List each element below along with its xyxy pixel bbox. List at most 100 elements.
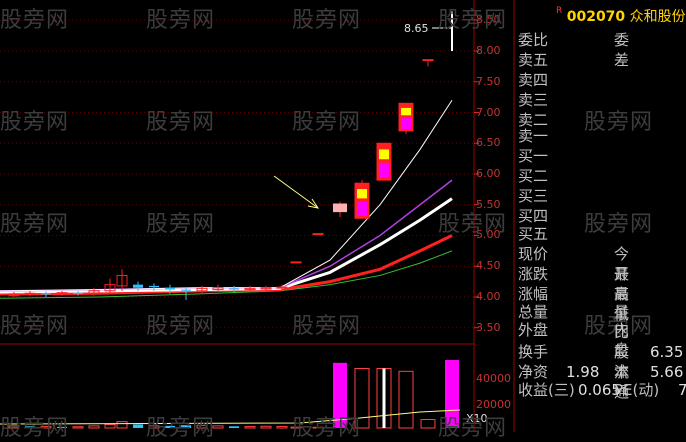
- watermark: 股旁网: [0, 110, 70, 135]
- watermark: 股旁网: [0, 8, 70, 33]
- quote-row: 外盘 内盘: [518, 320, 629, 359]
- quote-label: 现价: [518, 245, 549, 263]
- sell-3: 卖三: [518, 90, 548, 110]
- watermark: 股旁网: [146, 314, 216, 339]
- turnover-label: 换手: [518, 343, 549, 361]
- watermark: 股旁网: [146, 212, 216, 237]
- buy-4: 买四: [518, 206, 548, 226]
- buy-label: 买五: [518, 225, 549, 243]
- sell-label: 卖五: [518, 51, 549, 69]
- volume-bar: [398, 370, 414, 429]
- quote-label: 外盘: [518, 321, 549, 339]
- volume-bar: [420, 419, 436, 429]
- pe-label: PE(动): [614, 381, 660, 399]
- watermark: 股旁网: [292, 110, 362, 135]
- quote-label: 涨幅: [518, 285, 549, 303]
- stock-name[interactable]: 众和股份: [630, 9, 686, 25]
- candle-body: [333, 203, 347, 213]
- watermark: 股旁网: [584, 212, 654, 237]
- volume-bar: [88, 425, 100, 429]
- candle-body: [422, 59, 434, 62]
- buy-1: 买一: [518, 146, 548, 166]
- weicha-label: 委差: [614, 31, 630, 69]
- pe-value: 7: [678, 381, 686, 399]
- candle-body: [133, 284, 143, 288]
- quote-row: 涨跌 最高: [518, 264, 629, 303]
- watermark: 股旁网: [146, 416, 216, 441]
- candle-body: [41, 293, 51, 295]
- sell-4: 卖四: [518, 70, 548, 90]
- candle-body: [276, 286, 288, 289]
- watermark: 股旁网: [292, 314, 362, 339]
- price-tick: 7.50: [476, 74, 501, 88]
- candle-body: [229, 288, 239, 290]
- r-mark: R: [556, 6, 563, 16]
- watermark: 股旁网: [146, 8, 216, 33]
- buy-2: 买二: [518, 166, 548, 186]
- quote-row: 总量 量比: [518, 302, 629, 341]
- nav-value: 1.98: [566, 363, 600, 381]
- eps-label: 收益(三): [518, 381, 575, 399]
- candle-body: [165, 287, 175, 290]
- candle-fill: [401, 118, 411, 130]
- stock-header: R 002070 众和股份: [556, 6, 686, 26]
- watermark: 股旁网: [584, 110, 654, 135]
- volume-bar: [276, 425, 288, 429]
- sell-1: 卖一: [518, 126, 548, 146]
- watermark: 股旁网: [0, 212, 70, 237]
- watermark: 股旁网: [438, 416, 508, 441]
- buy-label: 买四: [518, 207, 549, 225]
- watermark: 股旁网: [0, 416, 70, 441]
- buy-label: 买二: [518, 167, 549, 185]
- watermark: 股旁网: [438, 212, 508, 237]
- stats-row: 净资 1.98 流通 5.66: [518, 362, 683, 401]
- sell-5: 卖五: [518, 50, 548, 70]
- candle-fill: [379, 162, 389, 178]
- price-tick: 6.00: [476, 167, 501, 180]
- volume-bar: [260, 425, 272, 429]
- candle-fill: [357, 189, 367, 199]
- sell-label: 卖三: [518, 91, 549, 109]
- price-tick: 6.50: [476, 136, 501, 150]
- candle-body: [181, 289, 191, 291]
- sell-label: 卖四: [518, 71, 549, 89]
- candle-fill: [401, 107, 411, 116]
- watermark: 股旁网: [0, 314, 70, 339]
- volume-bar: [133, 424, 143, 428]
- buy-5: 买五: [518, 224, 548, 244]
- volume-bar: [116, 421, 128, 429]
- stats-row: 收益(三) 0.065 PE(动) 7: [518, 380, 686, 400]
- quote-row: 涨幅 最低: [518, 284, 629, 323]
- candle-body: [312, 233, 324, 236]
- buy-label: 买一: [518, 147, 549, 165]
- volume-bar: [229, 426, 239, 428]
- share-capital-value: 6.35: [650, 343, 684, 361]
- price-grid: [0, 19, 479, 329]
- nav-label: 净资: [518, 363, 549, 381]
- volume-tick: 40000: [476, 372, 511, 385]
- sell-label: 卖一: [518, 127, 549, 145]
- price-tick: 3.50: [476, 320, 501, 334]
- candle-body: [149, 285, 159, 288]
- ma30-line: [0, 234, 453, 296]
- watermark: 股旁网: [292, 416, 362, 441]
- weibi-row: 委比 委差: [518, 30, 629, 69]
- high-price-label: 8.65: [404, 22, 429, 35]
- stats-row: 换手 股本 6.35: [518, 342, 683, 381]
- volume-bar: [72, 426, 84, 429]
- quote-label: 涨跌: [518, 265, 549, 283]
- volume-bar: [104, 423, 116, 429]
- candle-fill: [379, 149, 389, 160]
- price-tick: 8.00: [476, 44, 501, 58]
- watermark: 股旁网: [438, 8, 508, 33]
- watermark: 股旁网: [292, 8, 362, 33]
- candle-fill: [357, 201, 367, 216]
- candle-body: [290, 261, 302, 264]
- buy-3: 买三: [518, 186, 548, 206]
- candle-body: [73, 292, 83, 294]
- weibi-label: 委比: [518, 31, 549, 49]
- price-tick: 4.50: [476, 259, 501, 273]
- stock-code[interactable]: 002070: [567, 9, 625, 25]
- buy-label: 买三: [518, 187, 549, 205]
- volume-bar: [244, 426, 256, 429]
